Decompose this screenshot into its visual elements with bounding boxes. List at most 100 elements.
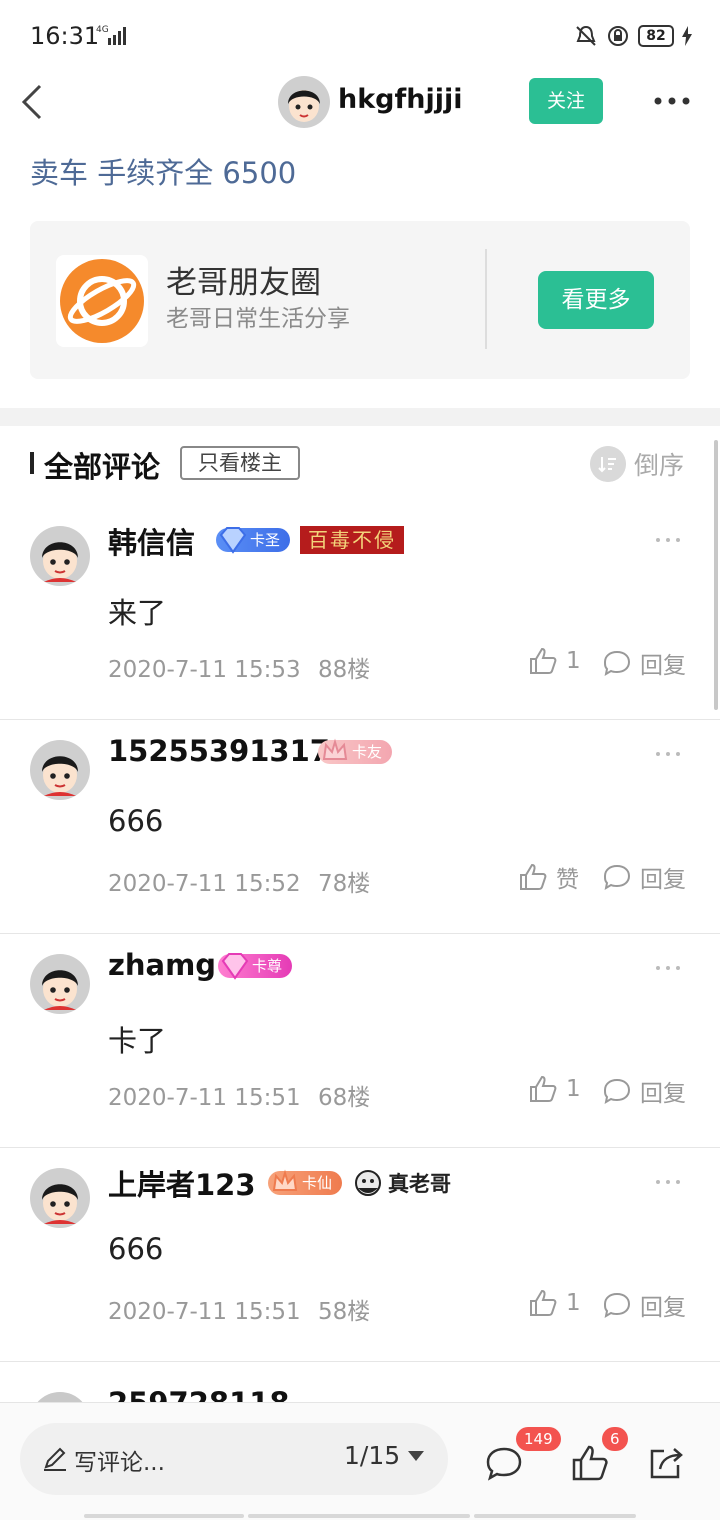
pencil-icon: [44, 1447, 66, 1471]
level-badge-label: 卡尊: [252, 957, 283, 975]
comment-count-badge: 149: [516, 1427, 561, 1451]
commenter-name[interactable]: 15255391317: [108, 734, 330, 768]
status-time: 16:31: [30, 22, 100, 50]
comment-meta: 2020-7-11 15:51 68楼: [108, 1078, 370, 1112]
level-badge-label: 卡圣: [250, 531, 281, 549]
gesture-bar-segment: [84, 1514, 244, 1518]
level-badge: 卡仙: [268, 1169, 343, 1195]
comment-floor: 88楼: [317, 657, 371, 683]
level-badge: 卡友: [318, 738, 393, 764]
reply-button[interactable]: 回复: [602, 1074, 686, 1108]
comment-item: 韩信信 卡圣 百毒不侵 来了 2020-7-11 15:53 88楼 1 回复: [0, 506, 720, 720]
commenter-avatar[interactable]: [30, 526, 90, 586]
level-badge-label: 卡仙: [302, 1174, 333, 1192]
gesture-bar-segment: [474, 1514, 636, 1518]
like-count: 赞: [556, 867, 579, 893]
medal-badge: 百毒不侵: [300, 526, 405, 554]
reply-button[interactable]: 回复: [602, 1288, 686, 1322]
circle-card[interactable]: 老哥朋友圈 老哥日常生活分享 看更多: [30, 221, 690, 379]
like-button[interactable]: 1: [528, 1288, 581, 1318]
comment-time: 2020-7-11 15:51: [108, 1299, 301, 1325]
comment-more-icon[interactable]: [654, 964, 682, 972]
title-badge: 真老哥: [352, 1168, 451, 1198]
thumbs-up-icon: [530, 647, 557, 674]
follow-button[interactable]: 关注: [529, 78, 603, 124]
comment-floor: 68楼: [317, 1085, 371, 1111]
comment-more-icon[interactable]: [654, 750, 682, 758]
reply-bubble-icon: [603, 650, 631, 677]
comment-time: 2020-7-11 15:53: [108, 657, 301, 683]
author-avatar[interactable]: [278, 76, 330, 128]
top-navbar: hkgfhjjji 关注: [0, 72, 720, 132]
comment-input[interactable]: 写评论... 1/15: [20, 1423, 448, 1495]
comment-item: 15255391317 卡友 666 2020-7-11 15:52 78楼 赞…: [0, 720, 720, 934]
rotation-lock-icon: [608, 26, 628, 46]
crown-icon: [322, 738, 348, 760]
sort-toggle[interactable]: 倒序: [590, 446, 684, 482]
thumbs-up-icon: [530, 1289, 557, 1316]
comment-meta: 2020-7-11 15:51 58楼: [108, 1292, 370, 1326]
comments-icon[interactable]: [484, 1443, 524, 1483]
comment-meta: 2020-7-11 15:53 88楼: [108, 650, 370, 684]
reply-label: 回复: [640, 653, 686, 679]
like-button[interactable]: 1: [528, 1074, 581, 1104]
like-count: 1: [566, 1076, 581, 1102]
back-arrow-icon[interactable]: [18, 80, 48, 124]
level-badge: 卡尊: [218, 953, 293, 980]
like-button[interactable]: 赞: [518, 860, 579, 894]
like-count-badge: 6: [602, 1427, 628, 1451]
caret-down-icon: [408, 1450, 425, 1461]
section-divider: [0, 408, 720, 426]
level-badge-label: 卡友: [352, 743, 383, 761]
thumbs-up-icon[interactable]: [570, 1443, 610, 1483]
title-badge-label: 真老哥: [388, 1172, 452, 1196]
commenter-name[interactable]: zhamg: [108, 948, 216, 982]
diamond-icon: [221, 953, 249, 980]
crown-icon: [272, 1169, 298, 1191]
comment-text: 666: [108, 1232, 164, 1266]
commenter-name[interactable]: 上岸者123: [108, 1162, 256, 1204]
share-icon[interactable]: [646, 1443, 686, 1483]
author-name[interactable]: hkgfhjjji: [338, 84, 463, 115]
reply-button[interactable]: 回复: [602, 860, 686, 894]
commenter-avatar[interactable]: [30, 740, 90, 800]
commenter-avatar[interactable]: [30, 954, 90, 1014]
comment-floor: 58楼: [317, 1299, 371, 1325]
see-more-button[interactable]: 看更多: [538, 271, 654, 329]
comment-floor: 78楼: [317, 871, 371, 897]
more-options-icon[interactable]: [652, 86, 692, 116]
comments-title: 全部评论: [44, 450, 161, 484]
comment-text: 666: [108, 804, 164, 838]
reply-bubble-icon: [603, 1292, 631, 1319]
circle-name: 老哥朋友圈: [166, 265, 321, 301]
reply-label: 回复: [640, 1081, 686, 1107]
post-title[interactable]: 卖车 手续齐全 6500: [30, 150, 296, 192]
sort-label: 倒序: [634, 451, 685, 480]
comment-more-icon[interactable]: [654, 536, 682, 544]
comment-time: 2020-7-11 15:51: [108, 1085, 301, 1111]
sort-icon: [590, 446, 626, 482]
comment-placeholder: 写评论...: [74, 1450, 165, 1476]
like-count: 1: [566, 1290, 581, 1316]
comment-more-icon[interactable]: [654, 1178, 682, 1186]
mute-bell-icon: [576, 25, 596, 46]
reply-label: 回复: [640, 867, 686, 893]
card-divider: [485, 249, 487, 349]
network-type: 4G: [96, 25, 109, 35]
page-selector[interactable]: 1/15: [344, 1441, 425, 1470]
gesture-bar-segment: [248, 1514, 470, 1518]
commenter-avatar[interactable]: [30, 1168, 90, 1228]
comment-item: zhamg 卡尊 卡了 2020-7-11 15:51 68楼 1 回复: [0, 934, 720, 1148]
like-button[interactable]: 1: [528, 646, 581, 676]
like-count: 1: [566, 648, 581, 674]
signal-icon: [108, 27, 126, 45]
laoge-face-icon: [355, 1170, 382, 1196]
commenter-name[interactable]: 韩信信: [108, 520, 195, 562]
battery-indicator: 82: [638, 25, 674, 47]
circle-subtitle: 老哥日常生活分享: [166, 306, 350, 332]
reply-label: 回复: [640, 1295, 686, 1321]
charging-icon: [682, 26, 692, 46]
reply-button[interactable]: 回复: [602, 646, 686, 680]
comment-meta: 2020-7-11 15:52 78楼: [108, 864, 370, 898]
only-op-toggle[interactable]: 只看楼主: [180, 446, 300, 480]
